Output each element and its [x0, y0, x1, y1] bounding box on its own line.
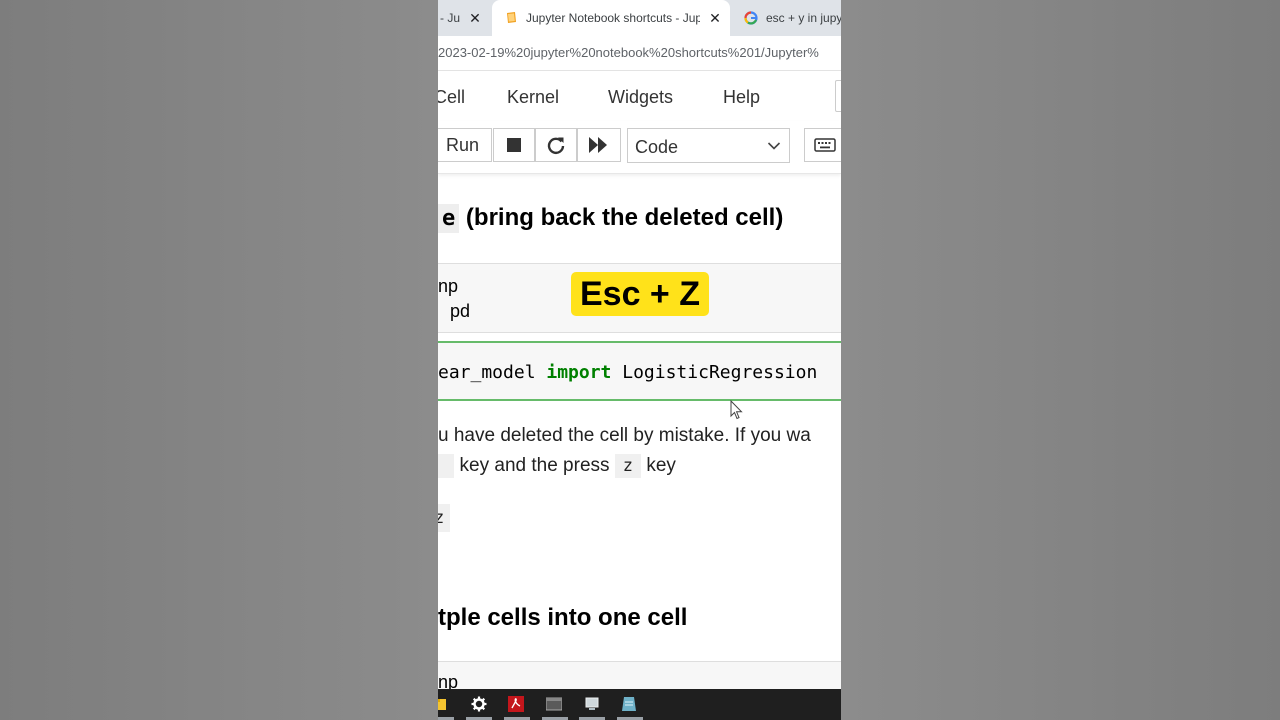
close-tab-icon[interactable]: ✕ — [708, 10, 722, 27]
menu-widgets[interactable]: Widgets — [608, 87, 673, 108]
tab-title: Jupyter Notebook shortcuts - Jup — [526, 11, 700, 25]
chevron-down-icon — [767, 142, 781, 150]
chip-text: z — [438, 508, 445, 528]
browser-window: - Jup ✕ Jupyter Notebook shortcuts - Jup… — [438, 0, 841, 720]
code-suffix: LogisticRegression — [611, 362, 818, 383]
command-palette-button[interactable] — [804, 128, 841, 162]
tab-title: esc + y in jupy — [766, 11, 841, 25]
kernel-indicator-edge — [835, 80, 841, 112]
code-cell-selected[interactable]: ear_model import LogisticRegression — [438, 341, 841, 401]
restart-run-all-button[interactable] — [577, 128, 621, 162]
address-bar[interactable]: 2023-02-19%20jupyter%20notebook%20shortc… — [438, 36, 841, 71]
notepad-icon[interactable] — [621, 696, 637, 712]
menu-cell[interactable]: Cell — [438, 87, 465, 108]
keyboard-icon — [814, 138, 836, 152]
menu-kernel[interactable]: Kernel — [507, 87, 559, 108]
markdown-paragraph-line2: key and the press z key — [438, 454, 676, 478]
notebook-toolbar: Run Code — [438, 121, 841, 174]
paragraph-text: key and the press — [454, 455, 615, 476]
restart-icon — [547, 137, 565, 155]
inline-code-chip — [438, 454, 455, 478]
mouse-cursor-icon — [730, 400, 743, 420]
pdf-reader-icon[interactable] — [508, 696, 524, 712]
browser-tab-jupyter-shortcuts[interactable]: Jupyter Notebook shortcuts - Jup ✕ — [492, 0, 730, 36]
url-text: 2023-02-19%20jupyter%20notebook%20shortc… — [438, 45, 819, 60]
code-line: pd — [450, 301, 471, 321]
browser-tab-previous[interactable]: - Jup ✕ — [438, 0, 490, 36]
os-taskbar — [438, 689, 841, 720]
heading-code-chip: e — [438, 204, 460, 233]
cell-type-select[interactable]: Code — [627, 128, 790, 163]
shortcut-overlay-badge: Esc + Z — [571, 272, 709, 316]
stop-icon — [507, 138, 521, 152]
file-explorer-icon[interactable] — [438, 696, 450, 712]
google-favicon-icon — [744, 11, 758, 25]
inline-code-z: z — [614, 454, 642, 478]
close-tab-icon[interactable]: ✕ — [468, 10, 482, 27]
code-line: np — [438, 276, 459, 296]
settings-gear-icon[interactable] — [471, 696, 487, 712]
section-heading-undo-delete: e (bring back the deleted cell) — [438, 204, 784, 233]
fast-forward-icon — [589, 137, 607, 153]
paragraph-text-end: key — [641, 455, 676, 476]
interrupt-kernel-button[interactable] — [493, 128, 535, 162]
browser-tab-google-search[interactable]: esc + y in jupy — [732, 0, 841, 36]
notebook-menubar: Cell Kernel Widgets Help — [438, 71, 841, 121]
run-label: Run — [445, 134, 480, 155]
tab-title: - Jup — [440, 11, 460, 25]
right-blur-background — [841, 0, 1280, 720]
network-computer-icon[interactable] — [584, 696, 600, 712]
code-keyword: import — [546, 362, 612, 383]
code-prefix: ear_model — [438, 362, 547, 383]
notebook-favicon-icon — [507, 12, 516, 23]
inline-code-chip-z: z — [438, 504, 450, 532]
cell-type-value: Code — [635, 137, 679, 157]
restart-kernel-button[interactable] — [535, 128, 577, 162]
heading-text: (bring back the deleted cell) — [459, 204, 784, 231]
run-button[interactable]: Run — [438, 128, 492, 162]
tab-strip: - Jup ✕ Jupyter Notebook shortcuts - Jup… — [438, 0, 841, 36]
code-line: ear_model import LogisticRegression — [438, 362, 817, 383]
menu-help[interactable]: Help — [723, 87, 760, 108]
markdown-paragraph-line1: u have deleted the cell by mistake. If y… — [438, 425, 811, 446]
terminal-window-icon[interactable] — [546, 696, 562, 712]
section-heading-merge-cells: tple cells into one cell — [438, 604, 688, 631]
left-blur-background — [0, 0, 438, 720]
